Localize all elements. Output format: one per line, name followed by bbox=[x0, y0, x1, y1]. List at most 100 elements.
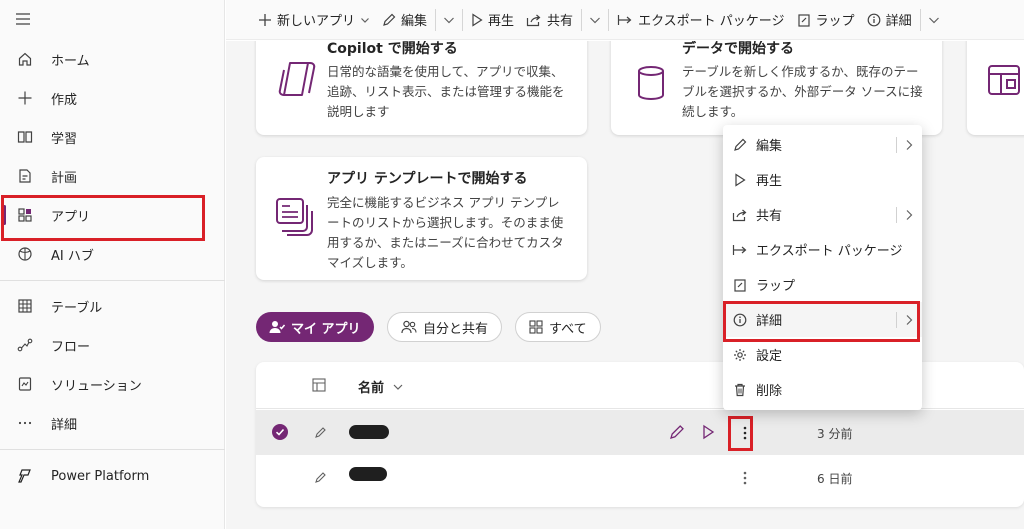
sidebar-item-label: テーブル bbox=[51, 300, 103, 316]
table-icon bbox=[16, 297, 34, 315]
menu-item-edit[interactable]: 編集 bbox=[723, 127, 922, 162]
share-dropdown-chevron-icon[interactable] bbox=[584, 15, 606, 25]
left-navigation: ホーム 作成 学習 計画 アプリ AI ハブ テーブル フロー ソリューション … bbox=[0, 0, 225, 529]
database-icon bbox=[637, 66, 665, 104]
sidebar-item-power-platform[interactable]: Power Platform bbox=[0, 457, 225, 495]
sidebar-item-ai-hub[interactable]: AI ハブ bbox=[0, 235, 225, 273]
submenu-chevron-right-icon[interactable] bbox=[896, 127, 913, 162]
row-context-menu: 編集 再生 共有 エクスポート パッケージ ラップ 詳細 設定 削除 bbox=[723, 125, 922, 410]
sidebar-item-label: 学習 bbox=[51, 131, 78, 147]
toolbar-divider bbox=[581, 8, 583, 31]
blank-app-icon bbox=[987, 64, 1021, 100]
toolbar-divider bbox=[435, 8, 437, 31]
sidebar-item-flows[interactable]: フロー bbox=[0, 326, 225, 364]
menu-item-play[interactable]: 再生 bbox=[723, 162, 922, 197]
filter-shared-with-me[interactable]: 自分と共有 bbox=[387, 312, 503, 342]
sidebar-item-solutions[interactable]: ソリューション bbox=[0, 365, 225, 403]
sidebar-item-more[interactable]: 詳細 bbox=[0, 404, 225, 442]
wrap-button[interactable]: ラップ bbox=[791, 6, 861, 34]
sidebar-item-plan[interactable]: 計画 bbox=[0, 157, 225, 195]
sort-chevron-down-icon[interactable] bbox=[393, 380, 403, 395]
menu-item-share[interactable]: 共有 bbox=[723, 197, 922, 232]
solution-icon bbox=[16, 375, 34, 393]
ai-hub-icon bbox=[16, 245, 34, 263]
menu-item-settings[interactable]: 設定 bbox=[723, 337, 922, 372]
row-more-options-icon[interactable] bbox=[735, 422, 755, 444]
canvas-app-pencil-icon bbox=[315, 426, 327, 442]
card-description: テーブルを新しく作成するか、既存のテーブルを選択するか、外部データ ソースに接続… bbox=[682, 64, 923, 119]
row-checkmark-icon[interactable] bbox=[272, 424, 288, 444]
export-icon bbox=[732, 242, 748, 258]
card-description: 完全に機能するビジネス アプリ テンプレートのリストから選択します。そのまま使用… bbox=[327, 195, 564, 270]
sidebar-item-home[interactable]: ホーム bbox=[0, 40, 225, 78]
table-row[interactable]: 6 日前 bbox=[256, 455, 1024, 500]
details-button[interactable]: 詳細 bbox=[861, 6, 918, 34]
wrap-icon bbox=[797, 13, 811, 27]
apps-icon bbox=[529, 320, 543, 334]
toolbar-divider bbox=[462, 8, 464, 31]
flow-icon bbox=[16, 336, 34, 354]
card-description: 日常的な語彙を使用して、アプリで収集、追跡、リスト表示、または管理する機能を説明… bbox=[327, 64, 565, 119]
edit-button[interactable]: 編集 bbox=[376, 6, 433, 34]
sidebar-item-tables[interactable]: テーブル bbox=[0, 287, 225, 325]
info-icon bbox=[732, 312, 748, 328]
export-package-button[interactable]: エクスポート パッケージ bbox=[611, 6, 790, 34]
pencil-icon bbox=[732, 137, 748, 153]
submenu-chevron-right-icon[interactable] bbox=[896, 197, 913, 232]
sidebar-item-label: 作成 bbox=[51, 92, 78, 108]
power-platform-icon bbox=[16, 467, 34, 485]
sidebar-item-apps[interactable]: アプリ bbox=[0, 196, 225, 234]
book-icon bbox=[16, 128, 34, 146]
modified-time: 3 分前 bbox=[817, 427, 853, 441]
chevron-down-icon bbox=[360, 15, 370, 25]
row-edit-pencil-icon[interactable] bbox=[669, 424, 685, 444]
active-indicator bbox=[3, 205, 6, 225]
play-icon bbox=[471, 12, 483, 27]
menu-item-export-package[interactable]: エクスポート パッケージ bbox=[723, 232, 922, 267]
home-icon bbox=[16, 50, 34, 68]
plus-icon bbox=[16, 89, 34, 107]
sidebar-item-learn[interactable]: 学習 bbox=[0, 118, 225, 156]
apps-icon bbox=[16, 206, 34, 224]
sidebar-item-create[interactable]: 作成 bbox=[0, 79, 225, 117]
sidebar-divider bbox=[0, 280, 225, 281]
edit-dropdown-chevron-icon[interactable] bbox=[438, 15, 460, 25]
details-dropdown-chevron-icon[interactable] bbox=[923, 15, 945, 25]
app-type-column-icon[interactable] bbox=[312, 378, 326, 396]
column-header-name[interactable]: 名前 bbox=[358, 377, 384, 396]
sidebar-item-label: AI ハブ bbox=[51, 248, 94, 264]
blank-app-card[interactable] bbox=[967, 41, 1024, 135]
plan-icon bbox=[16, 167, 34, 185]
filter-my-apps[interactable]: マイ アプリ bbox=[256, 312, 374, 342]
menu-item-details[interactable]: 詳細 bbox=[723, 302, 922, 337]
menu-item-delete[interactable]: 削除 bbox=[723, 372, 922, 407]
share-icon bbox=[732, 207, 748, 223]
menu-item-wrap[interactable]: ラップ bbox=[723, 267, 922, 302]
settings-icon bbox=[732, 347, 748, 363]
card-title: データで開始する bbox=[682, 41, 794, 57]
copilot-start-card[interactable]: Copilot で開始する 日常的な語彙を使用して、アプリで収集、追跡、リスト表… bbox=[256, 41, 587, 135]
data-start-card[interactable]: データで開始する テーブルを新しく作成するか、既存のテーブルを選択するか、外部デ… bbox=[611, 41, 942, 135]
new-app-button[interactable]: 新しいアプリ bbox=[252, 6, 376, 34]
template-icon bbox=[275, 197, 315, 241]
toolbar-divider bbox=[919, 8, 921, 31]
play-button[interactable]: 再生 bbox=[465, 6, 520, 34]
redacted-app-name bbox=[349, 467, 387, 481]
sidebar-item-label: Power Platform bbox=[51, 468, 150, 484]
hamburger-menu-icon[interactable] bbox=[12, 8, 34, 30]
row-more-options-icon[interactable] bbox=[735, 467, 755, 489]
filter-all[interactable]: すべて bbox=[515, 312, 601, 342]
sidebar-item-label: ホーム bbox=[51, 53, 90, 69]
sidebar-divider bbox=[0, 449, 225, 450]
row-play-icon[interactable] bbox=[701, 424, 715, 444]
card-title: Copilot で開始する bbox=[327, 41, 458, 57]
template-start-card[interactable]: アプリ テンプレートで開始する 完全に機能するビジネス アプリ テンプレートのリ… bbox=[256, 157, 587, 280]
sidebar-item-label: ソリューション bbox=[51, 378, 142, 394]
delete-icon bbox=[732, 382, 748, 398]
submenu-chevron-right-icon[interactable] bbox=[896, 302, 913, 337]
share-button[interactable]: 共有 bbox=[520, 6, 579, 34]
redacted-app-name bbox=[349, 425, 389, 439]
table-row[interactable]: 3 分前 bbox=[256, 410, 1024, 455]
sidebar-item-label: 詳細 bbox=[51, 417, 78, 433]
modified-time: 6 日前 bbox=[817, 472, 853, 486]
